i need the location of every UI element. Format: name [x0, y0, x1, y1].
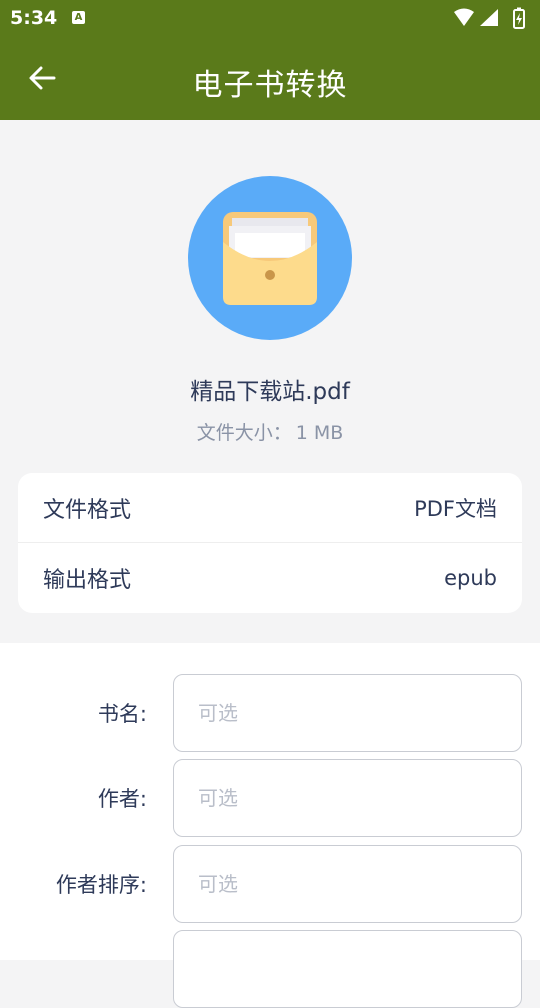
file-size-value: 1 MB — [295, 422, 344, 444]
file-name: 精品下载站.pdf — [190, 379, 350, 405]
format-info-card: 文件格式 PDF文档 输出格式 epub — [18, 473, 522, 613]
title-input[interactable] — [173, 674, 522, 752]
author-input[interactable] — [173, 759, 522, 837]
file-format-row: 文件格式 PDF文档 — [18, 473, 522, 543]
metadata-form: 书名: 作者: 作者排序: — [0, 643, 540, 1008]
author-sort-field-row: 作者排序: — [0, 845, 540, 923]
folder-document-icon — [188, 176, 352, 340]
extra-field-input[interactable] — [173, 930, 522, 1008]
notification-icon: A — [72, 11, 85, 24]
file-size-label: 文件大小： — [196, 422, 292, 444]
output-format-row[interactable]: 输出格式 epub — [18, 543, 522, 613]
file-size: 文件大小： 1 MB — [0, 418, 540, 445]
file-format-label: 文件格式 — [43, 497, 132, 523]
output-format-value: epub — [444, 566, 497, 590]
title-label: 书名: — [97, 702, 147, 726]
status-time: 5:34 — [10, 7, 58, 29]
file-summary: 精品下载站.pdf 文件大小： 1 MB 文件格式 PDF文档 输出格式 epub — [0, 120, 540, 643]
page-title: 电子书转换 — [192, 68, 348, 103]
author-field-row: 作者: — [0, 759, 540, 837]
title-field-row: 书名: — [0, 674, 540, 752]
output-format-label: 输出格式 — [43, 568, 132, 593]
file-format-value: PDF文档 — [414, 496, 497, 521]
author-sort-input[interactable] — [173, 845, 522, 923]
author-sort-label: 作者排序: — [55, 873, 147, 897]
status-icons — [452, 6, 532, 30]
app-bar: 电子书转换 — [0, 38, 540, 120]
extra-field-row — [0, 930, 540, 1008]
wifi-icon — [454, 8, 474, 26]
author-label: 作者: — [97, 787, 147, 811]
status-bar: 5:34 A — [0, 0, 540, 38]
battery-charging-icon — [513, 7, 525, 29]
signal-icon — [480, 9, 498, 26]
